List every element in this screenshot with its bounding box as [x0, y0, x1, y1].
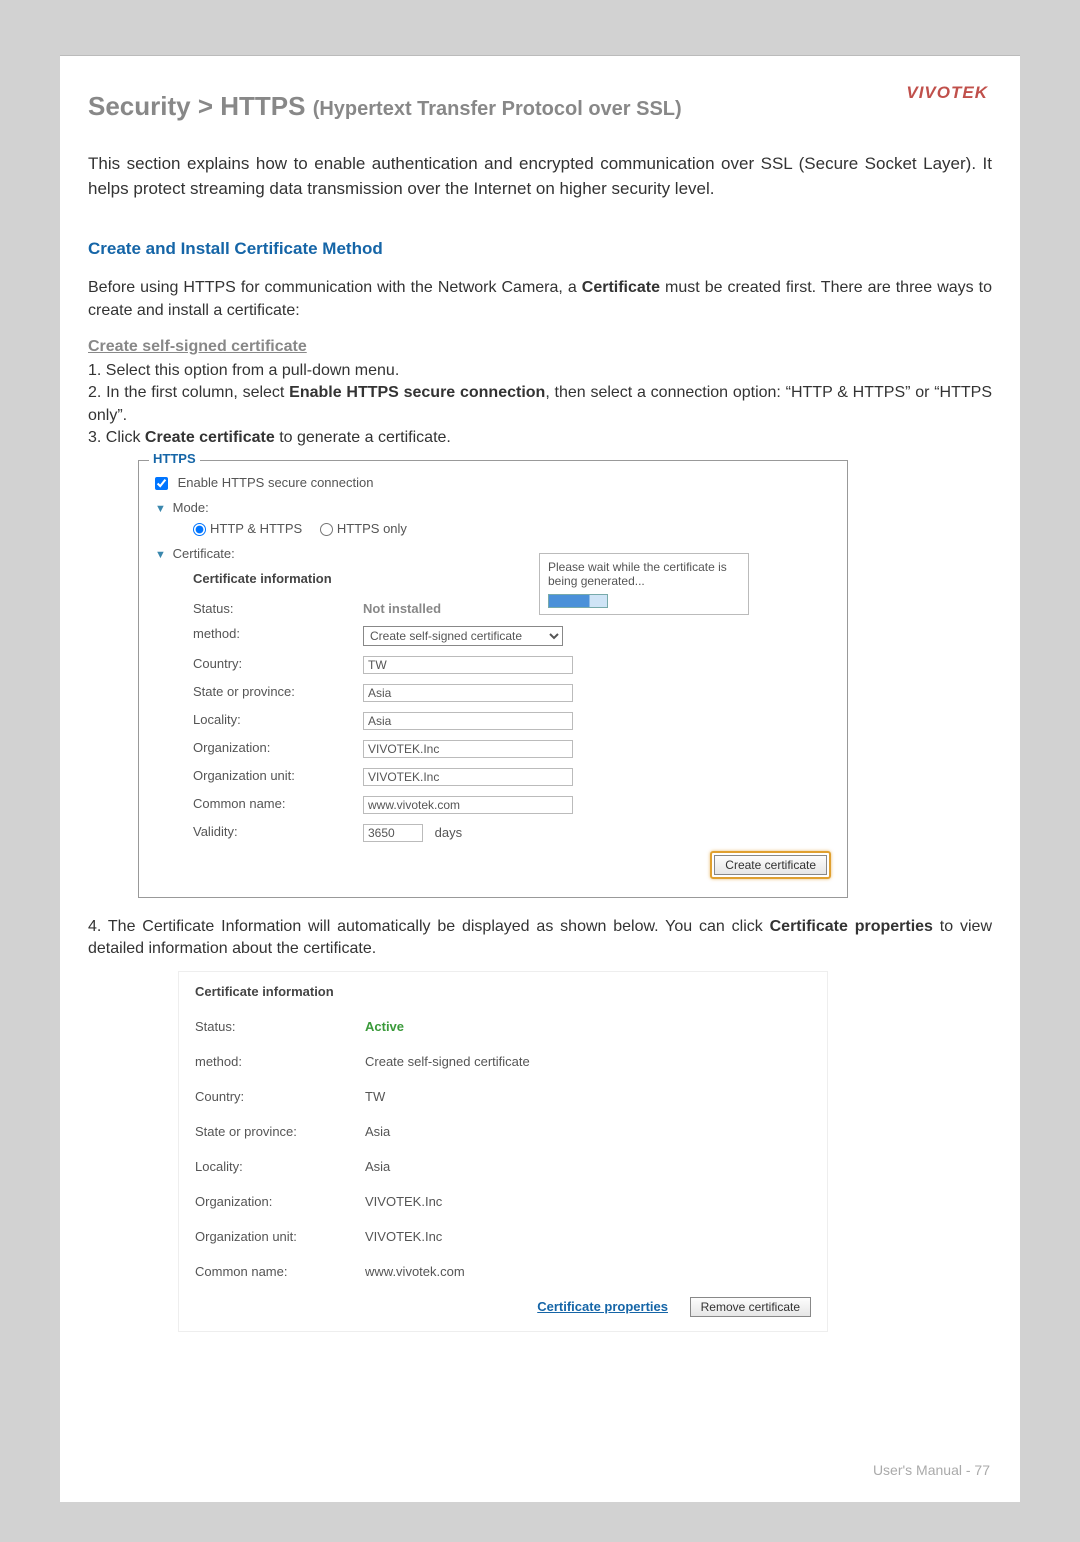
create-cert-button-row: Create certificate: [193, 851, 831, 879]
org-input[interactable]: [363, 740, 573, 758]
generating-cert-popup: Please wait while the certificate is bei…: [539, 553, 749, 615]
enable-https-label: Enable HTTPS secure connection: [178, 475, 374, 490]
panel2-actions: Certificate properties Remove certificat…: [195, 1289, 811, 1317]
row2-org: Organization: VIVOTEK.Inc: [195, 1184, 811, 1219]
chevron-down-icon[interactable]: ▼: [155, 503, 169, 515]
row-country: Country:: [193, 651, 831, 679]
validity-unit: days: [435, 825, 462, 840]
title-sub: (Hypertext Transfer Protocol over SSL): [313, 98, 682, 120]
row-validity: Validity: days: [193, 819, 831, 847]
step-list: 1. Select this option from a pull-down m…: [88, 360, 992, 450]
status-value: Not installed: [363, 601, 441, 616]
subsection-heading: Create self-signed certificate: [88, 338, 992, 356]
row-orgunit: Organization unit:: [193, 763, 831, 791]
row-method: method: Create self-signed certificate: [193, 621, 831, 651]
button-highlight: Create certificate: [710, 851, 831, 879]
mode-section-label: ▼ Mode:: [155, 500, 831, 515]
title-main: Security > HTTPS: [88, 91, 313, 121]
enable-https-row: Enable HTTPS secure connection: [155, 475, 831, 490]
step-3: 3. Click Create certificate to generate …: [88, 427, 992, 449]
cert-info-header-2: Certificate information: [195, 982, 811, 1009]
row-locality: Locality:: [193, 707, 831, 735]
orgunit-input[interactable]: [363, 768, 573, 786]
intro-paragraph: This section explains how to enable auth…: [88, 152, 992, 201]
step-1: 1. Select this option from a pull-down m…: [88, 360, 992, 382]
row2-method: method: Create self-signed certificate: [195, 1044, 811, 1079]
chevron-down-icon[interactable]: ▼: [155, 549, 169, 561]
step-2: 2. In the first column, select Enable HT…: [88, 382, 992, 427]
state-input[interactable]: [363, 684, 573, 702]
country-input[interactable]: [363, 656, 573, 674]
row-cn: Common name:: [193, 791, 831, 819]
wait-message: Please wait while the certificate is bei…: [548, 560, 740, 588]
row2-state: State or province: Asia: [195, 1114, 811, 1149]
section-heading: Create and Install Certificate Method: [88, 239, 992, 259]
brand-logo-text: VIVOTEK: [906, 83, 988, 103]
page-footer: User's Manual - 77: [873, 1462, 990, 1478]
status-active: Active: [365, 1019, 404, 1034]
fieldset-legend: HTTPS: [149, 451, 200, 466]
progress-bar: [548, 594, 608, 608]
cn-input[interactable]: [363, 796, 573, 814]
row2-status: Status: Active: [195, 1009, 811, 1044]
page-title: Security > HTTPS (Hypertext Transfer Pro…: [88, 91, 992, 122]
row2-orgunit: Organization unit: VIVOTEK.Inc: [195, 1219, 811, 1254]
mode-option-https-only[interactable]: HTTPS only: [320, 521, 407, 536]
before-paragraph: Before using HTTPS for communication wit…: [88, 277, 992, 322]
method-select[interactable]: Create self-signed certificate: [363, 626, 563, 646]
create-certificate-button[interactable]: Create certificate: [714, 855, 827, 875]
remove-certificate-button[interactable]: Remove certificate: [690, 1297, 811, 1317]
validity-input[interactable]: [363, 824, 423, 842]
locality-input[interactable]: [363, 712, 573, 730]
enable-https-checkbox[interactable]: [155, 477, 168, 490]
https-config-panel: HTTPS Enable HTTPS secure connection ▼ M…: [138, 460, 848, 898]
certificate-properties-link[interactable]: Certificate properties: [537, 1299, 668, 1314]
row2-country: Country: TW: [195, 1079, 811, 1114]
row2-locality: Locality: Asia: [195, 1149, 811, 1184]
mode-options: HTTP & HTTPS HTTPS only: [193, 521, 831, 536]
row-organization: Organization:: [193, 735, 831, 763]
row2-cn: Common name: www.vivotek.com: [195, 1254, 811, 1289]
step-4: 4. The Certificate Information will auto…: [88, 916, 992, 961]
row-state: State or province:: [193, 679, 831, 707]
certificate-result-panel: Certificate information Status: Active m…: [178, 971, 828, 1332]
page-content: Security > HTTPS (Hypertext Transfer Pro…: [60, 56, 1020, 1360]
document-page: VIVOTEK Security > HTTPS (Hypertext Tran…: [60, 55, 1020, 1502]
mode-option-http-https[interactable]: HTTP & HTTPS: [193, 521, 302, 536]
